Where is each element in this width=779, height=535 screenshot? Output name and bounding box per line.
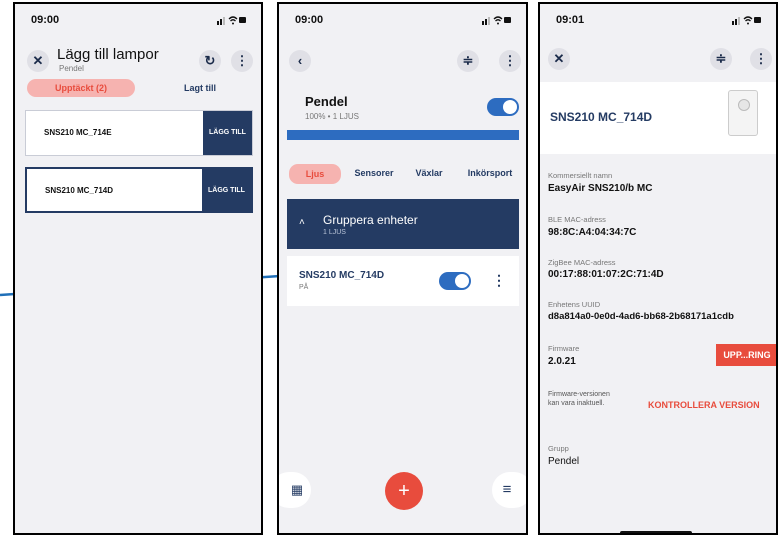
sensor-device-image (728, 90, 758, 136)
firmware-label: Firmware (548, 344, 580, 353)
refresh-icon[interactable]: ↻ (199, 50, 221, 72)
uuid-value: d8a814a0-0e0d-4ad6-bb68-2b68171a1cdb (548, 311, 734, 322)
status-icons (217, 16, 246, 25)
status-bar: 09:01 (556, 14, 762, 28)
zigbee-mac-value: 00:17:88:01:07:2C:71:4D (548, 269, 664, 280)
commercial-name-label: Kommersiellt namn (548, 171, 613, 180)
section-title: Gruppera enheter (323, 213, 418, 227)
page-subtitle: Pendel (59, 64, 84, 73)
add-device-button[interactable]: LÄGG TILL (203, 111, 252, 155)
status-bar: 09:00 (31, 14, 247, 28)
status-time: 09:00 (295, 14, 324, 26)
section-count: 1 LJUS (323, 229, 346, 236)
screen-device-info: 09:01 ✕ ≑ ⋮ SNS210 MC_714D Kommersiellt … (538, 2, 778, 535)
tab-discovered[interactable]: Upptäckt (2) (27, 79, 135, 97)
add-fab-button[interactable]: + (385, 472, 423, 510)
more-icon[interactable]: ⋮ (492, 272, 506, 289)
more-icon[interactable]: ⋮ (499, 50, 521, 72)
device-name: SNS210 MC_714D (299, 270, 385, 281)
page-title: Lägg till lampor (57, 46, 159, 63)
more-icon[interactable]: ⋮ (231, 50, 253, 72)
upgrade-button[interactable]: UPP...RING (716, 344, 776, 366)
status-time: 09:01 (556, 14, 585, 26)
group-status: 100% • 1 LJUS (305, 112, 359, 121)
device-header: SNS210 MC_714D (540, 82, 776, 154)
back-button[interactable]: ‹ (289, 50, 311, 72)
tab-lights[interactable]: Ljus (289, 164, 341, 184)
dashboard-icon[interactable]: ▦ (279, 472, 311, 508)
group-value: Pendel (548, 456, 580, 467)
commercial-name-value: EasyAir SNS210/b MC (548, 183, 653, 194)
check-version-button[interactable]: KONTROLLERA VERSION (648, 400, 760, 410)
add-device-button[interactable]: LÄGG TILL (202, 169, 251, 211)
device-name: SNS210 MC_714D (45, 186, 114, 195)
device-name: SNS210 MC_714E (44, 128, 112, 137)
ble-mac-value: 98:8C:A4:04:34:7C (548, 227, 637, 238)
tab-added[interactable]: Lagt till (165, 79, 235, 97)
settings-sliders-icon[interactable]: ≑ (457, 50, 479, 72)
device-toggle[interactable] (439, 272, 471, 290)
screen-group: 09:00 ‹ ≑ ⋮ Pendel 100% • 1 LJUS Ljus Se… (277, 2, 528, 535)
home-indicator (620, 531, 692, 533)
tab-sensors[interactable]: Sensorer (349, 164, 399, 182)
status-time: 09:00 (31, 14, 60, 26)
tab-switches[interactable]: Växlar (409, 164, 449, 182)
settings-sliders-icon[interactable]: ≑ (710, 48, 732, 70)
tab-gateway[interactable]: Inkörsport (459, 164, 521, 182)
zigbee-mac-label: ZigBee MAC-adress (548, 258, 616, 267)
device-row[interactable]: SNS210 MC_714D PÅ ⋮ (287, 256, 519, 306)
status-bar: 09:00 (295, 14, 512, 28)
group-name: Pendel (305, 94, 348, 109)
menu-icon[interactable]: ≡ (492, 472, 526, 508)
chevron-up-icon: ˄ (299, 217, 305, 228)
ble-mac-label: BLE MAC-adress (548, 215, 606, 224)
more-icon[interactable]: ⋮ (750, 48, 772, 70)
uuid-label: Enhetens UUID (548, 300, 601, 309)
device-card: SNS210 MC_714D LÄGG TILL (25, 167, 253, 213)
status-icons (482, 16, 511, 25)
group-toggle[interactable] (487, 98, 519, 116)
firmware-warning: Firmware-versionen kan vara inaktuell. (548, 391, 610, 407)
device-title: SNS210 MC_714D (550, 110, 653, 124)
close-button[interactable]: ✕ (27, 50, 49, 72)
status-icons (732, 16, 761, 25)
brightness-bar[interactable] (287, 130, 519, 140)
device-state: PÅ (299, 284, 309, 291)
firmware-value: 2.0.21 (548, 356, 576, 367)
close-button[interactable]: ✕ (548, 48, 570, 70)
device-card: SNS210 MC_714E LÄGG TILL (25, 110, 253, 156)
screen-add-lamps: 09:00 ✕ Lägg till lampor Pendel ↻ ⋮ Uppt… (13, 2, 263, 535)
group-section-header[interactable]: ˄ Gruppera enheter 1 LJUS (287, 199, 519, 249)
group-label: Grupp (548, 444, 569, 453)
